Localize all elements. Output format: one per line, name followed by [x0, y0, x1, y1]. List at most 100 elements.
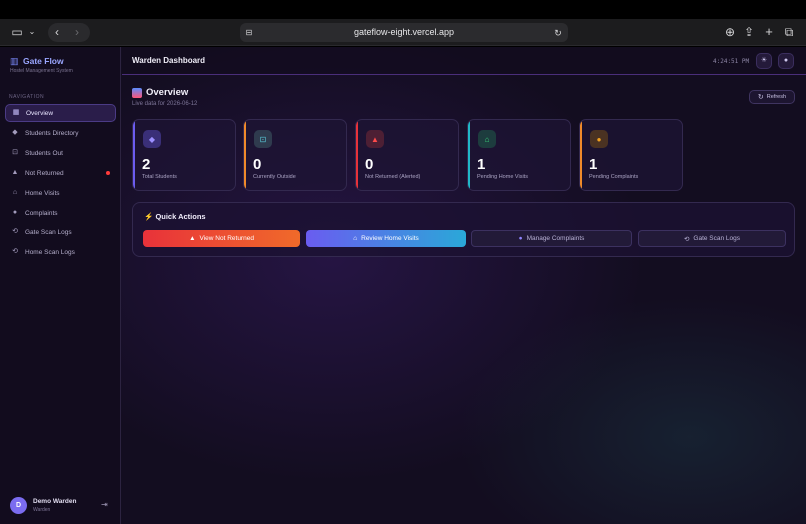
- page-title: Warden Dashboard: [132, 56, 206, 65]
- building-icon: ▥: [10, 56, 19, 66]
- card-accent: [468, 120, 470, 190]
- sidebar-item-students-directory[interactable]: ◆ Students Directory: [5, 124, 116, 142]
- user-name: Demo Warden: [33, 498, 77, 505]
- exit-icon: ⊡: [12, 149, 18, 156]
- app: ▥ Gate Flow Hostel Management System NAV…: [0, 47, 806, 524]
- logout-icon[interactable]: ⇥: [101, 500, 108, 509]
- quick-actions-title: ⚡ Quick Actions: [144, 212, 206, 221]
- home-icon: ⌂: [12, 189, 18, 196]
- new-tab-icon[interactable]: +: [763, 24, 775, 40]
- history-icon: ⟲: [12, 228, 18, 235]
- warning-icon: ▲: [11, 169, 19, 176]
- warning-icon: ▲: [189, 235, 196, 242]
- brand-subtitle: Hostel Management System: [10, 68, 73, 74]
- sidebar-item-label: Students Out: [25, 149, 63, 157]
- quick-actions-panel: ⚡ Quick Actions ▲ View Not Returned ⌂ Re…: [132, 202, 795, 257]
- stat-label: Total Students: [142, 174, 177, 180]
- back-icon[interactable]: ‹: [52, 24, 62, 40]
- brand-name: Gate Flow: [23, 56, 64, 66]
- card-accent: [356, 120, 358, 190]
- avatar[interactable]: D: [10, 497, 27, 514]
- history-icon: ⟲: [12, 248, 18, 255]
- stat-value: 2: [142, 156, 151, 173]
- brand[interactable]: ▥ Gate Flow: [10, 56, 64, 66]
- card-accent: [580, 120, 582, 190]
- overview-subtitle: Live data for 2026-06-12: [132, 101, 198, 107]
- lightning-icon: ⚡: [144, 212, 154, 221]
- sidebar: ▥ Gate Flow Hostel Management System NAV…: [0, 47, 121, 524]
- history-icon: ⟲: [683, 235, 690, 243]
- stat-card-total-students[interactable]: ◆ 2 Total Students: [132, 119, 236, 191]
- bell-icon[interactable]: ●: [778, 53, 794, 69]
- stat-label: Pending Home Visits: [477, 174, 528, 180]
- quick-actions-label: Quick Actions: [155, 212, 206, 221]
- card-accent: [133, 120, 135, 190]
- stat-card-pending-home-visits[interactable]: ⌂ 1 Pending Home Visits: [467, 119, 571, 191]
- address-bar[interactable]: ⊟ gateflow-eight.vercel.app ↻: [240, 23, 568, 42]
- browser-toolbar: ▭ ⌄ ‹ › ⊟ gateflow-eight.vercel.app ↻ ⊕ …: [0, 19, 806, 46]
- sidebar-item-not-returned[interactable]: ▲ Not Returned: [5, 164, 116, 182]
- sidebar-item-label: Students Directory: [25, 129, 79, 137]
- stat-value: 0: [253, 156, 262, 173]
- exit-icon: ⊡: [254, 130, 272, 148]
- tabs-overview-icon[interactable]: ⧉: [783, 24, 795, 40]
- refresh-label: Refresh: [766, 94, 787, 100]
- nav-heading: NAVIGATION: [9, 94, 45, 100]
- sidebar-item-overview[interactable]: ▦ Overview: [5, 104, 116, 122]
- stat-label: Not Returned (Alerted): [365, 174, 421, 180]
- card-accent: [244, 120, 246, 190]
- manage-complaints-button[interactable]: ● Manage Complaints: [471, 230, 632, 247]
- sidebar-toggle-icon[interactable]: ▭: [10, 24, 24, 40]
- reload-icon[interactable]: ↻: [553, 25, 563, 41]
- stat-value: 1: [589, 156, 598, 173]
- button-label: Review Home Visits: [361, 235, 419, 242]
- sidebar-item-label: Overview: [26, 109, 54, 117]
- sidebar-item-home-scan-logs[interactable]: ⟲ Home Scan Logs: [5, 243, 116, 261]
- alert-dot: [106, 171, 110, 175]
- topbar: Warden Dashboard 4:24:51 PM ☀ ●: [122, 47, 806, 75]
- grid-icon: ▦: [12, 109, 20, 116]
- user-role: Warden: [33, 507, 51, 513]
- stat-card-pending-complaints[interactable]: ● 1 Pending Complaints: [579, 119, 683, 191]
- sidebar-item-home-visits[interactable]: ⌂ Home Visits: [5, 184, 116, 202]
- refresh-icon: ↻: [757, 94, 764, 101]
- sidebar-item-label: Home Visits: [25, 189, 60, 197]
- warning-icon: ▲: [366, 130, 384, 148]
- home-icon: ⌂: [478, 130, 496, 148]
- stat-card-not-returned[interactable]: ▲ 0 Not Returned (Alerted): [355, 119, 459, 191]
- stat-value: 0: [365, 156, 374, 173]
- sidebar-item-label: Gate Scan Logs: [25, 228, 72, 236]
- info-icon: ●: [590, 130, 608, 148]
- url-text: gateflow-eight.vercel.app: [353, 27, 455, 37]
- button-label: Gate Scan Logs: [693, 235, 741, 242]
- chevron-down-icon[interactable]: ⌄: [28, 24, 36, 40]
- user-profile: D Demo Warden Warden ⇥: [10, 495, 114, 515]
- screen-top-bar: [0, 0, 806, 19]
- stat-card-currently-outside[interactable]: ⊡ 0 Currently Outside: [243, 119, 347, 191]
- download-icon[interactable]: ⊕: [724, 24, 736, 40]
- overview-title: Overview: [146, 87, 189, 98]
- info-icon: ●: [12, 209, 18, 216]
- users-icon: ◆: [12, 129, 18, 136]
- button-label: View Not Returned: [199, 235, 254, 242]
- sidebar-item-students-out[interactable]: ⊡ Students Out: [5, 144, 116, 162]
- users-icon: ◆: [143, 130, 161, 148]
- gate-scan-logs-button[interactable]: ⟲ Gate Scan Logs: [638, 230, 786, 247]
- share-icon[interactable]: ⇪: [743, 24, 755, 40]
- view-not-returned-button[interactable]: ▲ View Not Returned: [143, 230, 300, 247]
- overview-heading: Overview: [132, 87, 188, 98]
- info-icon: ●: [518, 235, 523, 242]
- theme-toggle-icon[interactable]: ☀: [756, 53, 772, 69]
- review-home-visits-button[interactable]: ⌂ Review Home Visits: [306, 230, 466, 247]
- refresh-button[interactable]: ↻ Refresh: [749, 90, 795, 104]
- forward-icon[interactable]: ›: [72, 24, 82, 40]
- sidebar-item-label: Not Returned: [25, 169, 64, 177]
- sidebar-item-label: Home Scan Logs: [25, 248, 75, 256]
- chart-icon: [132, 87, 142, 98]
- stat-value: 1: [477, 156, 486, 173]
- stat-label: Pending Complaints: [589, 174, 639, 180]
- button-label: Manage Complaints: [526, 235, 585, 242]
- sidebar-item-gate-scan-logs[interactable]: ⟲ Gate Scan Logs: [5, 223, 116, 241]
- sidebar-item-complaints[interactable]: ● Complaints: [5, 204, 116, 222]
- main-content: Warden Dashboard 4:24:51 PM ☀ ● Overview…: [122, 47, 806, 524]
